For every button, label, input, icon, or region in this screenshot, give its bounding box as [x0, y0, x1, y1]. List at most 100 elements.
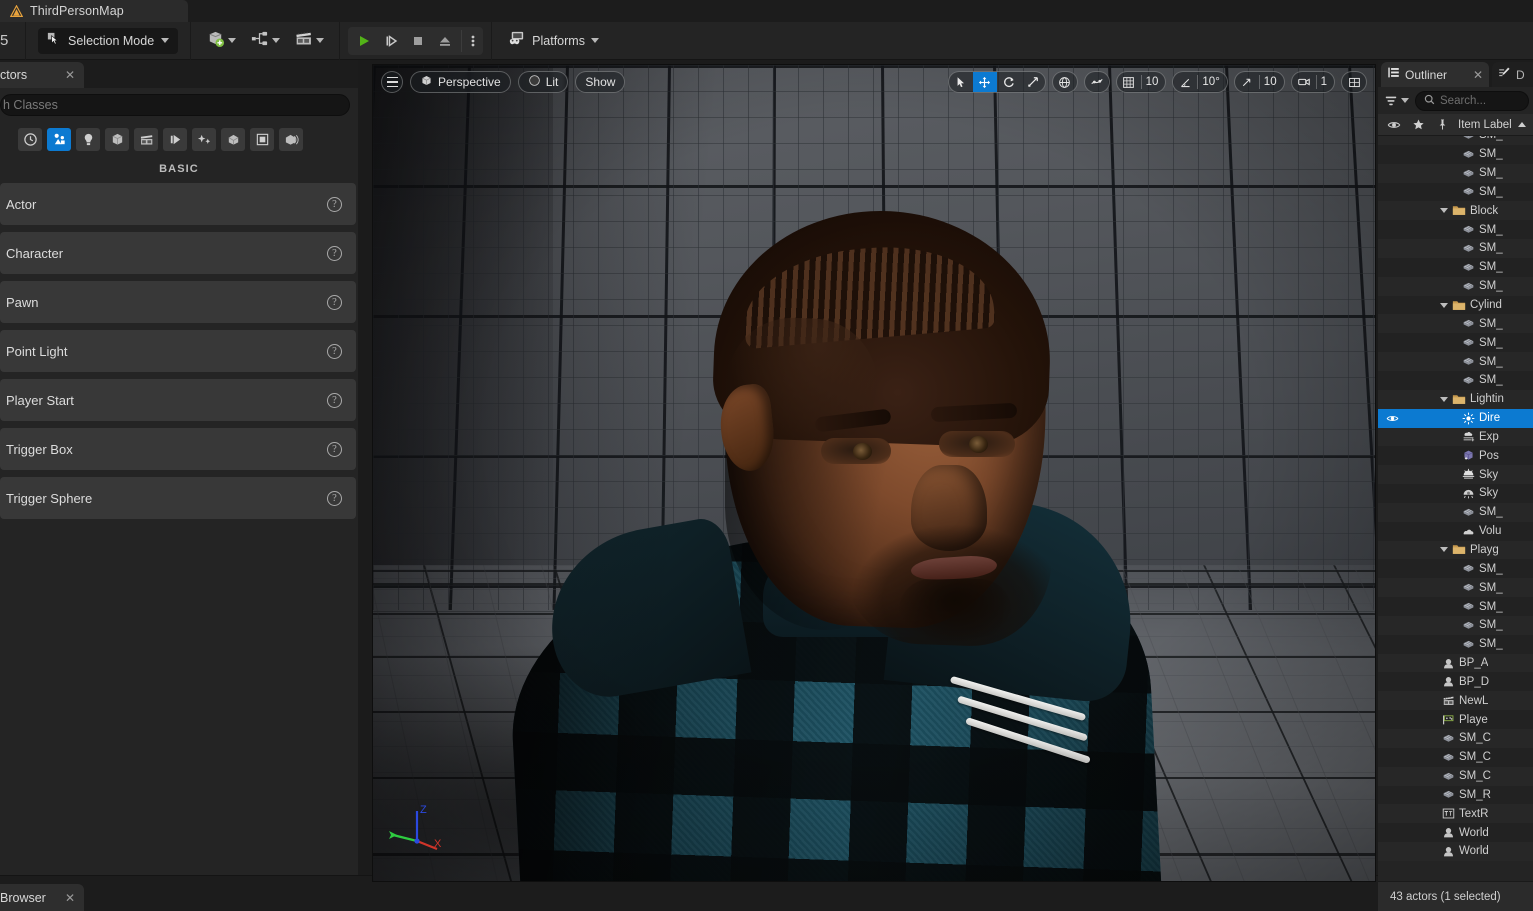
add-actor-button[interactable]	[201, 26, 241, 56]
category-shapes[interactable]	[105, 128, 129, 151]
selection-mode-dropdown[interactable]: Selection Mode	[38, 27, 179, 54]
scale-tool-button[interactable]	[1021, 72, 1045, 92]
category-cinematic[interactable]	[134, 128, 158, 151]
outliner-actor-row[interactable]: SM_C	[1378, 766, 1533, 786]
outliner-actor-row[interactable]: SM_	[1378, 502, 1533, 522]
level-tab[interactable]: ThirdPersonMap	[0, 0, 188, 22]
outliner-actor-row[interactable]: BP_A	[1378, 653, 1533, 673]
tab-outliner[interactable]: Outliner ✕	[1381, 62, 1489, 87]
place-actor-row[interactable]: Point Light?	[0, 330, 356, 372]
surface-snap-icon[interactable]	[1085, 72, 1109, 92]
outliner-actor-row[interactable]: SM_	[1378, 276, 1533, 296]
category-recently-placed[interactable]	[18, 128, 42, 151]
category-geometry[interactable]	[221, 128, 245, 151]
search-classes-input[interactable]: h Classes	[0, 94, 350, 116]
category-more[interactable]	[279, 128, 303, 151]
outliner-actor-row[interactable]: SM_	[1378, 182, 1533, 202]
outliner-actor-row[interactable]: TextR	[1378, 804, 1533, 824]
outliner-actor-row[interactable]: SM_	[1378, 314, 1533, 334]
outliner-folder-row[interactable]: Block	[1378, 201, 1533, 221]
cinematics-button[interactable]	[289, 26, 329, 56]
view-mode-dropdown[interactable]: Lit	[517, 71, 569, 93]
place-actor-row[interactable]: Trigger Sphere?	[0, 477, 356, 519]
outliner-actor-row[interactable]: SM_	[1378, 220, 1533, 240]
outliner-actor-row[interactable]: SM_	[1378, 597, 1533, 616]
close-icon[interactable]: ✕	[65, 892, 75, 904]
filter-funnel-icon[interactable]	[1382, 94, 1411, 108]
outliner-actor-row[interactable]: Dire	[1378, 408, 1533, 428]
scale-snap-value[interactable]: 10	[1260, 76, 1284, 88]
outliner-actor-row[interactable]: SM_C	[1378, 729, 1533, 748]
skip-frame-button[interactable]	[377, 28, 404, 54]
eject-button[interactable]	[431, 28, 458, 54]
outliner-actor-row[interactable]: World	[1378, 823, 1533, 843]
close-icon[interactable]: ✕	[65, 69, 75, 81]
place-actor-row[interactable]: Character?	[0, 232, 356, 274]
category-volumes[interactable]	[192, 128, 216, 151]
place-actor-row[interactable]: Pawn?	[0, 281, 356, 323]
outliner-folder-row[interactable]: Playg	[1378, 540, 1533, 560]
expand-caret-icon[interactable]	[1440, 302, 1448, 308]
outliner-folder-row[interactable]: Cylind	[1378, 295, 1533, 315]
star-icon[interactable]	[1406, 118, 1430, 131]
platforms-dropdown[interactable]: Platforms	[497, 26, 609, 56]
outliner-actor-row[interactable]: SM_	[1378, 163, 1533, 183]
outliner-actor-row[interactable]: Pos	[1378, 446, 1533, 466]
outliner-actor-row[interactable]: Playe	[1378, 710, 1533, 729]
show-menu-dropdown[interactable]: Show	[575, 71, 626, 93]
outliner-actor-row[interactable]: Volu	[1378, 521, 1533, 541]
question-mark-icon[interactable]: ?	[327, 196, 342, 212]
category-basic[interactable]	[47, 128, 71, 151]
eye-icon[interactable]	[1382, 118, 1406, 132]
category-visual-effects[interactable]	[163, 128, 187, 151]
play-button[interactable]	[350, 28, 377, 54]
outliner-actor-row[interactable]: SM_	[1378, 370, 1533, 390]
outliner-actor-row[interactable]: Sky	[1378, 484, 1533, 503]
question-mark-icon[interactable]: ?	[327, 343, 342, 359]
outliner-actor-row[interactable]: World	[1378, 842, 1533, 861]
outliner-actor-row[interactable]: SM_	[1378, 559, 1533, 579]
grid-icon[interactable]	[1117, 72, 1141, 92]
close-icon[interactable]: ✕	[1473, 69, 1483, 81]
outliner-actor-row[interactable]: SM_	[1378, 615, 1533, 635]
outliner-folder-row[interactable]: Lightin	[1378, 389, 1533, 409]
expand-caret-icon[interactable]	[1440, 208, 1448, 214]
question-mark-icon[interactable]: ?	[327, 294, 342, 310]
eye-icon[interactable]	[1382, 412, 1402, 425]
outliner-actor-row[interactable]: SM_	[1378, 257, 1533, 277]
expand-caret-icon[interactable]	[1440, 547, 1448, 553]
clipped-save-button[interactable]: 5	[0, 32, 25, 49]
question-mark-icon[interactable]: ?	[327, 490, 342, 506]
viewport-layout-icon[interactable]	[1342, 72, 1366, 92]
rotate-tool-button[interactable]	[997, 72, 1021, 92]
expand-caret-icon[interactable]	[1440, 396, 1448, 402]
question-mark-icon[interactable]: ?	[327, 441, 342, 457]
outliner-list[interactable]: SM_ SM_ SM_ SM_ Block SM_ SM_ SM_ SM_ Cylind SM_ SM…	[1378, 136, 1533, 866]
tab-place-actors[interactable]: ctors ✕	[0, 62, 84, 88]
hamburger-menu-icon[interactable]	[381, 71, 403, 93]
angle-icon[interactable]	[1173, 72, 1197, 92]
outliner-column-item-label[interactable]: Item Label	[1454, 119, 1533, 131]
translate-tool-button[interactable]	[972, 72, 997, 92]
tab-details[interactable]: D	[1492, 62, 1533, 87]
place-actor-row[interactable]: Actor?	[0, 183, 356, 225]
outliner-actor-row[interactable]: SM_	[1378, 333, 1533, 353]
outliner-actor-row[interactable]: SM_	[1378, 352, 1533, 371]
select-tool-button[interactable]	[949, 72, 973, 92]
outliner-actor-row[interactable]: SM_R	[1378, 785, 1533, 805]
outliner-actor-row[interactable]: Exp	[1378, 427, 1533, 447]
place-actor-row[interactable]: Trigger Box?	[0, 428, 356, 470]
outliner-actor-row[interactable]: NewL	[1378, 691, 1533, 711]
angle-snap-value[interactable]: 10°	[1198, 76, 1226, 88]
outliner-actor-row[interactable]: SM_	[1378, 136, 1533, 145]
level-viewport[interactable]: Perspective Lit Show 10 10° 10 1 Z X	[372, 64, 1376, 882]
pin-icon[interactable]	[1430, 118, 1454, 131]
category-all-classes[interactable]	[250, 128, 274, 151]
place-actor-row[interactable]: Player Start?	[0, 379, 356, 421]
outliner-actor-row[interactable]: SM_	[1378, 634, 1533, 654]
grid-snap-value[interactable]: 10	[1142, 76, 1166, 88]
scale-snap-icon[interactable]	[1235, 72, 1259, 92]
play-options-button[interactable]	[465, 28, 481, 54]
outliner-actor-row[interactable]: SM_	[1378, 239, 1533, 258]
blueprints-button[interactable]	[245, 26, 285, 56]
